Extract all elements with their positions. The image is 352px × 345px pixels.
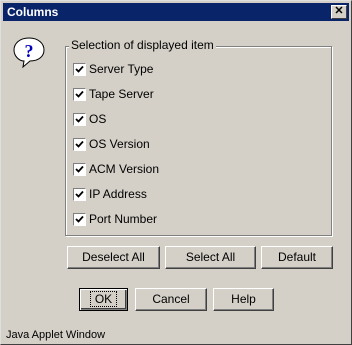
ok-button-label: OK: [89, 291, 118, 307]
checkbox-label: OS Version: [89, 137, 150, 151]
checkbox-os[interactable]: [73, 113, 86, 126]
ok-button[interactable]: OK: [79, 288, 128, 311]
checkbox-acm-version[interactable]: [73, 163, 86, 176]
status-text: Java Applet Window: [6, 329, 106, 341]
select-all-button[interactable]: Select All: [165, 246, 256, 269]
checkbox-label: Port Number: [89, 212, 158, 226]
default-button[interactable]: Default: [261, 246, 333, 269]
checkbox-port-number[interactable]: [73, 213, 86, 226]
selection-group-label: Selection of displayed item: [69, 38, 216, 52]
svg-text:?: ?: [25, 41, 34, 61]
help-button[interactable]: Help: [213, 288, 274, 311]
checkbox-label: OS: [89, 112, 107, 126]
columns-dialog: Columns ✕ ? Selection of displayed item …: [0, 0, 352, 345]
checkbox-label: Tape Server: [89, 87, 154, 101]
deselect-all-button[interactable]: Deselect All: [67, 246, 160, 269]
title-bar[interactable]: Columns ✕: [3, 3, 349, 21]
checkbox-server-type[interactable]: [73, 63, 86, 76]
cancel-button[interactable]: Cancel: [135, 288, 207, 311]
checkbox-label: IP Address: [89, 187, 147, 201]
checkbox-os-version[interactable]: [73, 138, 86, 151]
window-title: Columns: [7, 5, 59, 19]
checkbox-label: ACM Version: [89, 162, 160, 176]
checkbox-label: Server Type: [89, 62, 154, 76]
checkbox-tape-server[interactable]: [73, 88, 86, 101]
checkbox-ip-address[interactable]: [73, 188, 86, 201]
close-button[interactable]: ✕: [331, 5, 347, 19]
question-icon: ?: [13, 37, 45, 69]
